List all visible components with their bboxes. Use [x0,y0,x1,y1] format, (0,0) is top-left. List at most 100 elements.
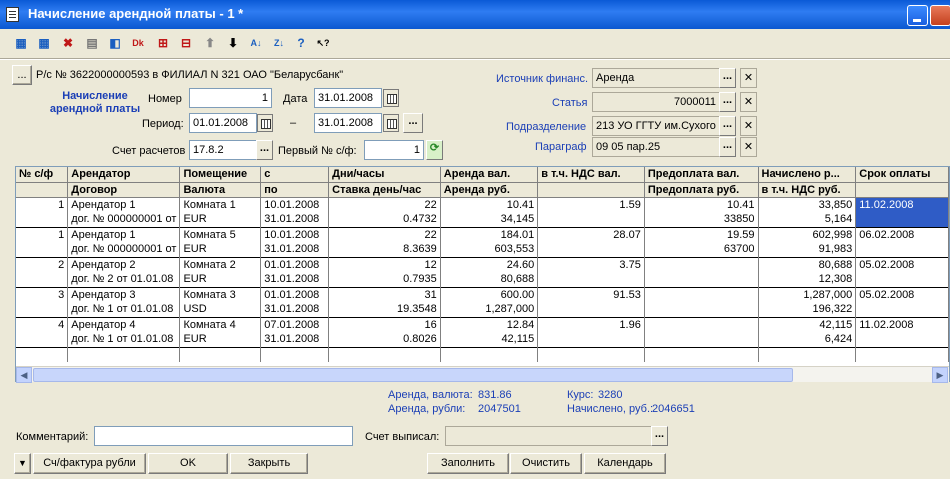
table-cell[interactable] [644,256,759,272]
table-cell[interactable] [644,332,759,347]
column-header[interactable]: Аренда вал. [440,167,539,183]
column-header[interactable]: Предоплата вал. [644,167,759,183]
column-header[interactable]: с [260,167,330,183]
account-calc-field[interactable]: 17.8.2 [189,140,257,160]
table-row[interactable]: 4 Арендатор 4 Комната 4 07.01.2008 16 12.84 1.… [16,316,949,332]
column-header[interactable]: Начислено р... [758,167,857,183]
table-cell[interactable]: 31.01.2008 [260,302,330,317]
table-cell[interactable]: 33,850 [758,196,857,212]
table-cell[interactable]: 80,688 [758,256,857,272]
move-down-icon[interactable]: ⬇ [225,35,241,51]
table-cell[interactable]: 1,287,000 [758,286,857,302]
table-cell[interactable]: EUR [179,242,262,257]
table-cell[interactable]: 63700 [644,242,759,257]
table-cell[interactable] [179,346,262,362]
column-header[interactable]: № с/ф [16,167,69,183]
table-row[interactable]: дог. № 000000001 от EUR 31.01.2008 0.4732 34… [16,212,949,227]
delete-row-icon[interactable]: ✖ [60,35,76,51]
table-cell[interactable]: EUR [179,332,262,347]
division-clear-icon[interactable]: ✕ [740,116,757,136]
table-cell[interactable] [16,332,69,347]
table-cell[interactable] [328,346,441,362]
sf-rub-button[interactable]: Сч/фактура рубли [33,453,146,474]
dk-icon[interactable]: Dk [130,35,146,51]
table-cell[interactable]: 91.53 [537,286,645,302]
table-cell[interactable]: 603,553 [440,242,539,257]
table-cell[interactable]: 34,145 [440,212,539,227]
table-cell[interactable]: Комната 4 [179,316,262,332]
scroll-thumb[interactable] [33,368,793,382]
table-cell[interactable]: 12,308 [758,272,857,287]
table-cell[interactable]: Комната 1 [179,196,262,212]
table-cell[interactable]: 42,115 [758,316,857,332]
column-header[interactable] [537,182,645,198]
what-is-icon[interactable]: ↖? [315,35,331,51]
table-cell[interactable] [644,316,759,332]
table-row-empty[interactable] [16,346,949,362]
fill-icon[interactable]: ⊞ [155,35,171,51]
table-cell[interactable]: 12.84 [440,316,539,332]
table-cell[interactable]: 80,688 [440,272,539,287]
edit-row-icon[interactable]: ▤ [84,35,100,51]
table-cell[interactable]: Комната 5 [179,226,262,242]
table-row[interactable]: дог. № 000000001 от EUR 31.01.2008 8.3639 60… [16,242,949,257]
table-cell[interactable] [537,272,645,287]
table-cell[interactable]: дог. № 1 от 01.01.08 [67,332,181,347]
accrual-grid[interactable]: № с/ф Арендатор Помещение с Дни/часы Аренда в… [16,167,949,362]
table-cell[interactable] [855,212,949,227]
table-cell[interactable] [644,346,759,362]
copy-row-icon[interactable]: ▦ [36,35,52,51]
table-cell[interactable] [855,242,949,257]
table-cell[interactable]: 11.02.2008 [855,196,949,212]
table-cell[interactable]: Арендатор 3 [67,286,181,302]
scroll-right-icon[interactable]: ▶ [932,367,948,383]
table-cell[interactable]: 06.02.2008 [855,226,949,242]
table-cell[interactable]: 07.01.2008 [260,316,330,332]
table-cell[interactable]: 4 [16,316,69,332]
table-row[interactable]: дог. № 1 от 01.01.08 USD 31.01.2008 19.3548… [16,302,949,317]
table-cell[interactable]: 1.59 [537,196,645,212]
table-cell[interactable]: дог. № 2 от 01.01.08 [67,272,181,287]
table-cell[interactable] [16,272,69,287]
table-cell[interactable] [537,332,645,347]
table-cell[interactable]: EUR [179,212,262,227]
table-cell[interactable] [537,346,645,362]
first-sf-field[interactable]: 1 [364,140,424,160]
scroll-left-icon[interactable]: ◀ [16,367,32,383]
table-cell[interactable] [758,346,857,362]
column-header[interactable]: Договор [67,182,181,198]
table-cell[interactable]: 1 [16,196,69,212]
table-cell[interactable]: 01.01.2008 [260,256,330,272]
table-cell[interactable]: 31.01.2008 [260,242,330,257]
table-cell[interactable]: 31.01.2008 [260,332,330,347]
column-header[interactable]: Предоплата руб. [644,182,759,198]
account-select-button[interactable]: ... [12,65,32,85]
table-cell[interactable]: 24.60 [440,256,539,272]
table-cell[interactable]: 19.59 [644,226,759,242]
table-cell[interactable] [16,212,69,227]
refresh-icon[interactable]: ⟳ [426,140,443,160]
table-cell[interactable]: Арендатор 2 [67,256,181,272]
table-cell[interactable] [537,212,645,227]
number-field[interactable]: 1 [189,88,272,108]
column-header[interactable]: в т.ч. НДС руб. [758,182,857,198]
division-field[interactable]: 213 УО ГГТУ им.Сухого [592,116,720,136]
table-cell[interactable]: 5,164 [758,212,857,227]
table-cell[interactable]: 1 [16,226,69,242]
period-from-field[interactable]: 01.01.2008 [189,113,257,133]
fill-button[interactable]: Заполнить [427,453,509,474]
column-header[interactable]: Ставка день/час [328,182,441,198]
column-header[interactable]: в т.ч. НДС вал. [537,167,645,183]
table-cell[interactable]: 01.01.2008 [260,286,330,302]
column-header[interactable]: Срок оплаты [855,167,949,183]
table-cell[interactable]: 31.01.2008 [260,212,330,227]
table-cell[interactable]: дог. № 1 от 01.01.08 [67,302,181,317]
table-cell[interactable]: USD [179,302,262,317]
period-to-calendar-icon[interactable] [383,114,399,132]
period-select-button[interactable]: ... [403,113,423,133]
column-header[interactable]: по [260,182,330,198]
article-field[interactable]: 7000011 [592,92,720,112]
table-cell[interactable]: 0.7935 [328,272,441,287]
table-cell[interactable] [440,346,539,362]
paragraph-clear-icon[interactable]: ✕ [740,137,757,157]
